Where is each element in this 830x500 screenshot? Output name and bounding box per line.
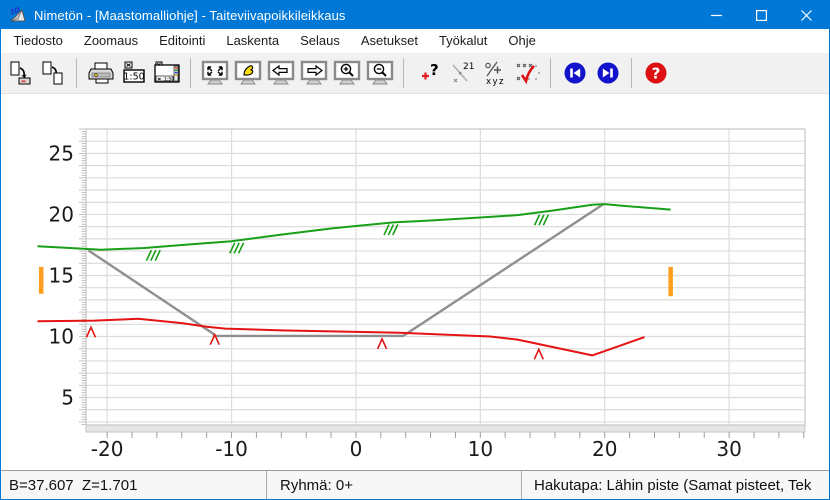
check-points-button[interactable] [510, 56, 543, 90]
file-copy-button[interactable] [36, 56, 69, 90]
pan-view-button[interactable] [231, 56, 264, 90]
check-points-icon [512, 59, 542, 87]
x-axis-label: 30 [716, 437, 741, 461]
next-view-button[interactable] [297, 56, 330, 90]
arrow-right-icon [299, 59, 329, 88]
y-axis-label: 10 [49, 325, 74, 349]
maximize-button[interactable] [739, 1, 784, 29]
zoom-out-button[interactable] [363, 56, 396, 90]
cross-section-gray [89, 204, 604, 336]
close-button[interactable] [784, 1, 829, 29]
x-axis-label: -20 [91, 437, 124, 461]
coordinates-button[interactable]: xyz [477, 56, 510, 90]
print-button[interactable] [84, 56, 117, 90]
zoom-in-icon [332, 59, 362, 88]
previous-element-icon [561, 59, 589, 87]
toolbar-separator [76, 58, 77, 88]
cross-section-chart: 25 20 15 10 5 -20 -10 0 10 20 30 [1, 94, 829, 470]
application-window: 3D Nimetön - [Maastomalliohje] - Taitevi… [0, 0, 830, 500]
previous-element-button[interactable] [558, 56, 591, 90]
slope-hatch-mark [535, 215, 549, 226]
svg-text:?: ? [651, 65, 660, 83]
export-file-icon [6, 59, 34, 87]
status-group: Ryhmä: 0+ [267, 471, 522, 499]
x-axis-label: 0 [350, 437, 363, 461]
add-point-icon: ? [414, 59, 442, 87]
svg-text:21: 21 [463, 62, 474, 72]
status-bar: B=37.607 Z=1.701 Ryhmä: 0+ Hakutapa: Läh… [1, 470, 829, 499]
x-axis-label: 10 [468, 437, 493, 461]
x-axis-label: -10 [215, 437, 248, 461]
scale-1-50-icon: 1:50 [120, 59, 148, 87]
status-coordinates: B=37.607 Z=1.701 [1, 471, 267, 499]
menu-editointi[interactable]: Editointi [149, 29, 216, 53]
toolbar-separator [550, 58, 551, 88]
toolbar-separator [631, 58, 632, 88]
cross-section-view[interactable]: 25 20 15 10 5 -20 -10 0 10 20 30 [1, 94, 829, 470]
menu-selaus[interactable]: Selaus [290, 29, 351, 53]
svg-text:xyz: xyz [486, 77, 505, 87]
app-icon: 3D [9, 7, 27, 23]
print-icon [87, 59, 115, 87]
slope-hatch-mark [146, 250, 160, 260]
file-copy-icon [39, 59, 67, 87]
help-icon: ? [642, 59, 670, 87]
fit-view-icon [200, 59, 230, 88]
fit-view-button[interactable] [198, 56, 231, 90]
svg-text:1:50: 1:50 [164, 77, 174, 83]
toolbar: 1:50 1:50 [1, 53, 829, 94]
pan-view-icon [233, 59, 263, 88]
next-element-icon [594, 59, 622, 87]
arrow-left-icon [266, 59, 296, 88]
menu-zoomaus[interactable]: Zoomaus [73, 29, 148, 53]
svg-text:1:50: 1:50 [123, 72, 144, 83]
zoom-out-icon [365, 59, 395, 88]
y-axis-label: 5 [61, 386, 74, 410]
previous-view-button[interactable] [264, 56, 297, 90]
y-axis-label: 15 [49, 263, 74, 287]
point-number-button[interactable]: 21 [444, 56, 477, 90]
toolbar-separator [403, 58, 404, 88]
menu-ohje[interactable]: Ohje [498, 29, 546, 53]
scale-button[interactable]: 1:50 [117, 56, 150, 90]
title-bar: 3D Nimetön - [Maastomalliohje] - Taitevi… [1, 1, 829, 29]
toolbar-separator [190, 58, 191, 88]
point-caret-mark [534, 349, 543, 359]
next-element-button[interactable] [591, 56, 624, 90]
add-point-button[interactable]: ? [411, 56, 444, 90]
export-file-button[interactable] [3, 56, 36, 90]
menu-tiedosto[interactable]: Tiedosto [3, 29, 73, 53]
menu-tyokalut[interactable]: Työkalut [428, 29, 497, 53]
zoom-in-button[interactable] [330, 56, 363, 90]
help-button[interactable]: ? [639, 56, 672, 90]
menu-asetukset[interactable]: Asetukset [350, 29, 428, 53]
point-caret-mark [378, 339, 387, 349]
status-search-mode: Hakutapa: Lähin piste (Samat pisteet, Te… [522, 471, 829, 499]
menu-laskenta[interactable]: Laskenta [216, 29, 290, 53]
minimize-button[interactable] [694, 1, 739, 29]
menu-bar: Tiedosto Zoomaus Editointi Laskenta Sela… [1, 29, 829, 53]
y-axis-label: 25 [49, 141, 74, 165]
view-layout-icon: 1:50 [152, 59, 182, 87]
svg-text:?: ? [430, 61, 439, 79]
x-axis-label: 20 [592, 437, 617, 461]
y-axis-label: 20 [49, 202, 74, 226]
coordinates-icon: xyz [480, 59, 508, 87]
point-caret-mark [86, 327, 95, 337]
point-number-icon: 21 [447, 59, 475, 87]
view-layout-button[interactable]: 1:50 [150, 56, 183, 90]
window-title: Nimetön - [Maastomalliohje] - Taiteviiva… [34, 8, 346, 23]
